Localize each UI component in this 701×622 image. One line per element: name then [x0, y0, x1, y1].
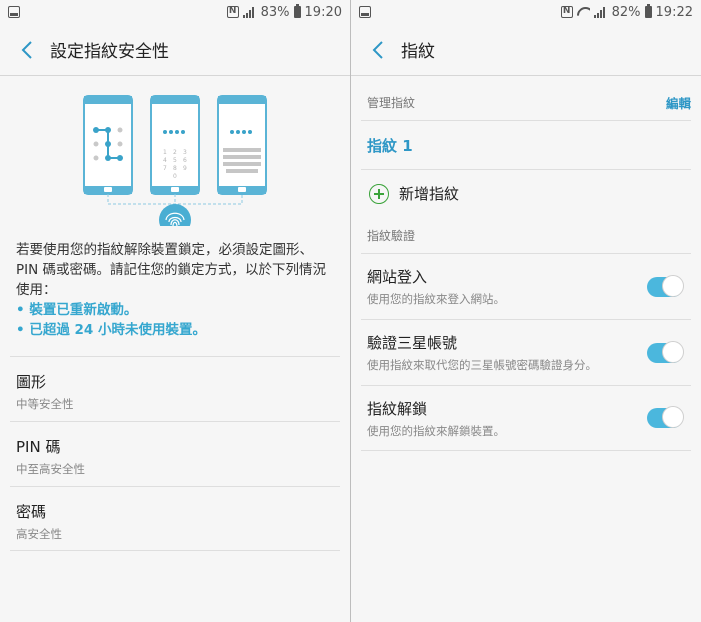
samsung-account-toggle[interactable]	[647, 340, 684, 363]
option-pattern[interactable]: 圖形 中等安全性	[10, 356, 340, 421]
toggle-title: 網站登入	[367, 268, 428, 286]
app-bar: 指紋	[351, 24, 701, 76]
web-signin-row[interactable]: 網站登入 使用您的指紋來登入網站。	[361, 253, 691, 319]
toggle-subtitle: 使用您的指紋來登入網站。	[367, 292, 505, 306]
bullet-restart: • 裝置已重新啟動。	[16, 302, 138, 318]
lock-method-list: 圖形 中等安全性 PIN 碼 中至高安全性 密碼 高安全性	[10, 356, 340, 551]
left-screen: N 83% 19:20 設定指紋安全性 1 2 3 4 5 6 7 8 9 0 …	[0, 0, 350, 622]
edit-button[interactable]: 編輯	[666, 93, 691, 112]
svg-text:6: 6	[183, 157, 187, 164]
battery-icon	[293, 4, 301, 18]
gallery-icon	[359, 6, 371, 18]
nfc-icon: N	[226, 6, 239, 18]
battery-icon	[644, 4, 652, 18]
verify-header: 指紋驗證	[351, 217, 701, 253]
wifi-icon	[577, 7, 590, 18]
back-icon[interactable]	[365, 37, 391, 63]
status-bar: N 82% 19:22	[351, 0, 701, 24]
app-bar: 設定指紋安全性	[0, 24, 350, 76]
battery-percent: 83%	[260, 4, 290, 20]
web-signin-toggle[interactable]	[647, 274, 684, 297]
nfc-icon: N	[560, 6, 573, 18]
fingerprint-icon	[159, 204, 191, 236]
plus-icon	[369, 183, 389, 204]
signal-icon	[593, 6, 608, 18]
svg-text:0: 0	[173, 173, 177, 180]
toggle-subtitle: 使用您的指紋來解鎖裝置。	[367, 423, 505, 438]
lock-description: 若要使用您的指紋解除裝置鎖定，必須設定圖形、PIN 碼或密碼。請記住您的鎖定方式…	[0, 240, 350, 340]
samsung-account-row[interactable]: 驗證三星帳號 使用指紋來取代您的三星帳號密碼驗證身分。	[361, 319, 691, 385]
svg-text:3: 3	[183, 149, 187, 156]
pin-phone-illustration: 123 456 789 0	[150, 95, 200, 195]
option-subtitle: 高安全性	[16, 527, 62, 541]
page-title: 指紋	[401, 42, 435, 62]
bullet-24-hours: • 已超過 24 小時未使用裝置。	[16, 322, 207, 338]
add-fingerprint-button[interactable]: 新增指紋	[361, 169, 691, 217]
back-icon[interactable]	[14, 37, 40, 63]
status-time: 19:20	[304, 4, 342, 20]
svg-text:5: 5	[173, 157, 177, 164]
toggle-list: 網站登入 使用您的指紋來登入網站。 驗證三星帳號 使用指紋來取代您的三星帳號密碼…	[351, 253, 701, 451]
manage-fingerprints-header: 管理指紋 編輯	[351, 84, 701, 120]
option-password[interactable]: 密碼 高安全性	[10, 486, 340, 551]
option-title: 密碼	[16, 503, 47, 521]
fingerprint-item[interactable]: 指紋 1	[351, 121, 701, 169]
signal-icon	[242, 6, 257, 18]
battery-percent: 82%	[611, 4, 641, 20]
lock-methods-illustration: 123 456 789 0	[0, 76, 350, 236]
option-subtitle: 中等安全性	[16, 397, 74, 411]
svg-text:2: 2	[173, 149, 177, 156]
svg-text:4: 4	[163, 157, 167, 164]
page-title: 設定指紋安全性	[50, 42, 169, 62]
password-phone-illustration	[217, 95, 267, 195]
svg-text:8: 8	[173, 165, 177, 172]
pattern-phone-illustration	[83, 95, 133, 195]
toggle-subtitle: 使用指紋來取代您的三星帳號密碼驗證身分。	[367, 358, 597, 372]
fingerprint-unlock-toggle[interactable]	[647, 406, 684, 428]
option-title: 圖形	[16, 373, 47, 391]
description-text: 若要使用您的指紋解除裝置鎖定，必須設定圖形、PIN 碼或密碼。請記住您的鎖定方式…	[16, 242, 327, 298]
option-pin[interactable]: PIN 碼 中至高安全性	[10, 421, 340, 486]
toggle-title: 指紋解鎖	[367, 399, 428, 418]
section-label: 指紋驗證	[367, 228, 416, 243]
gallery-icon	[8, 6, 20, 18]
svg-text:1: 1	[163, 149, 167, 156]
svg-text:7: 7	[163, 165, 167, 172]
section-label: 管理指紋	[367, 95, 416, 110]
option-subtitle: 中至高安全性	[16, 462, 85, 476]
svg-text:9: 9	[183, 165, 187, 172]
right-screen: N 82% 19:22 指紋 管理指紋 編輯 指紋 1 新增指紋 指紋驗證 網站…	[351, 0, 701, 622]
fingerprint-unlock-row[interactable]: 指紋解鎖 使用您的指紋來解鎖裝置。	[361, 385, 691, 451]
toggle-title: 驗證三星帳號	[367, 334, 458, 352]
option-title: PIN 碼	[16, 438, 61, 456]
add-fingerprint-label: 新增指紋	[399, 185, 460, 203]
status-time: 19:22	[655, 4, 693, 20]
status-bar: N 83% 19:20	[0, 0, 350, 24]
